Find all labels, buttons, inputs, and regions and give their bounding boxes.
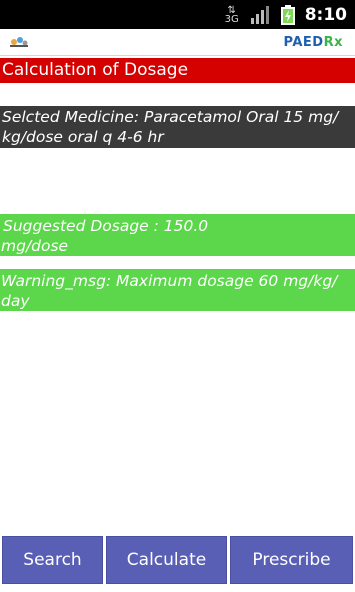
app-header: PAEDRx: [0, 29, 355, 56]
suggested-dosage-box: Suggested Dosage : 150.0 mg/dose: [0, 214, 355, 256]
suggested-dosage-value: Suggested Dosage : 150.0: [3, 217, 209, 235]
app-logo-icon: [8, 34, 30, 53]
status-bar: ⇅ 3G 8:10: [0, 0, 355, 29]
status-time: 8:10: [304, 4, 347, 25]
network-arrows-icon: ⇅ 3G: [224, 4, 239, 25]
prescribe-button[interactable]: Prescribe: [230, 536, 353, 584]
network-type-label: 3G: [224, 13, 239, 25]
page-title: Calculation of Dosage: [0, 58, 355, 83]
selected-medicine-label: Selcted Medicine: Paracetamol Oral 15 mg…: [0, 106, 355, 148]
battery-charging-icon: [280, 4, 295, 25]
warning-message: Warning_msg: Maximum dosage 60 mg/kg/ da…: [0, 269, 355, 311]
calculate-button[interactable]: Calculate: [106, 536, 227, 584]
suggested-dosage-unit: mg/dose: [1, 237, 69, 255]
brand-main-text: PAED: [283, 35, 324, 50]
brand-accent-text: Rx: [323, 35, 343, 50]
bottom-button-bar: Search Calculate Prescribe: [0, 536, 355, 586]
signal-icon: [250, 5, 269, 24]
search-button[interactable]: Search: [2, 536, 103, 584]
app-brand-logo: PAEDRx: [284, 35, 343, 50]
